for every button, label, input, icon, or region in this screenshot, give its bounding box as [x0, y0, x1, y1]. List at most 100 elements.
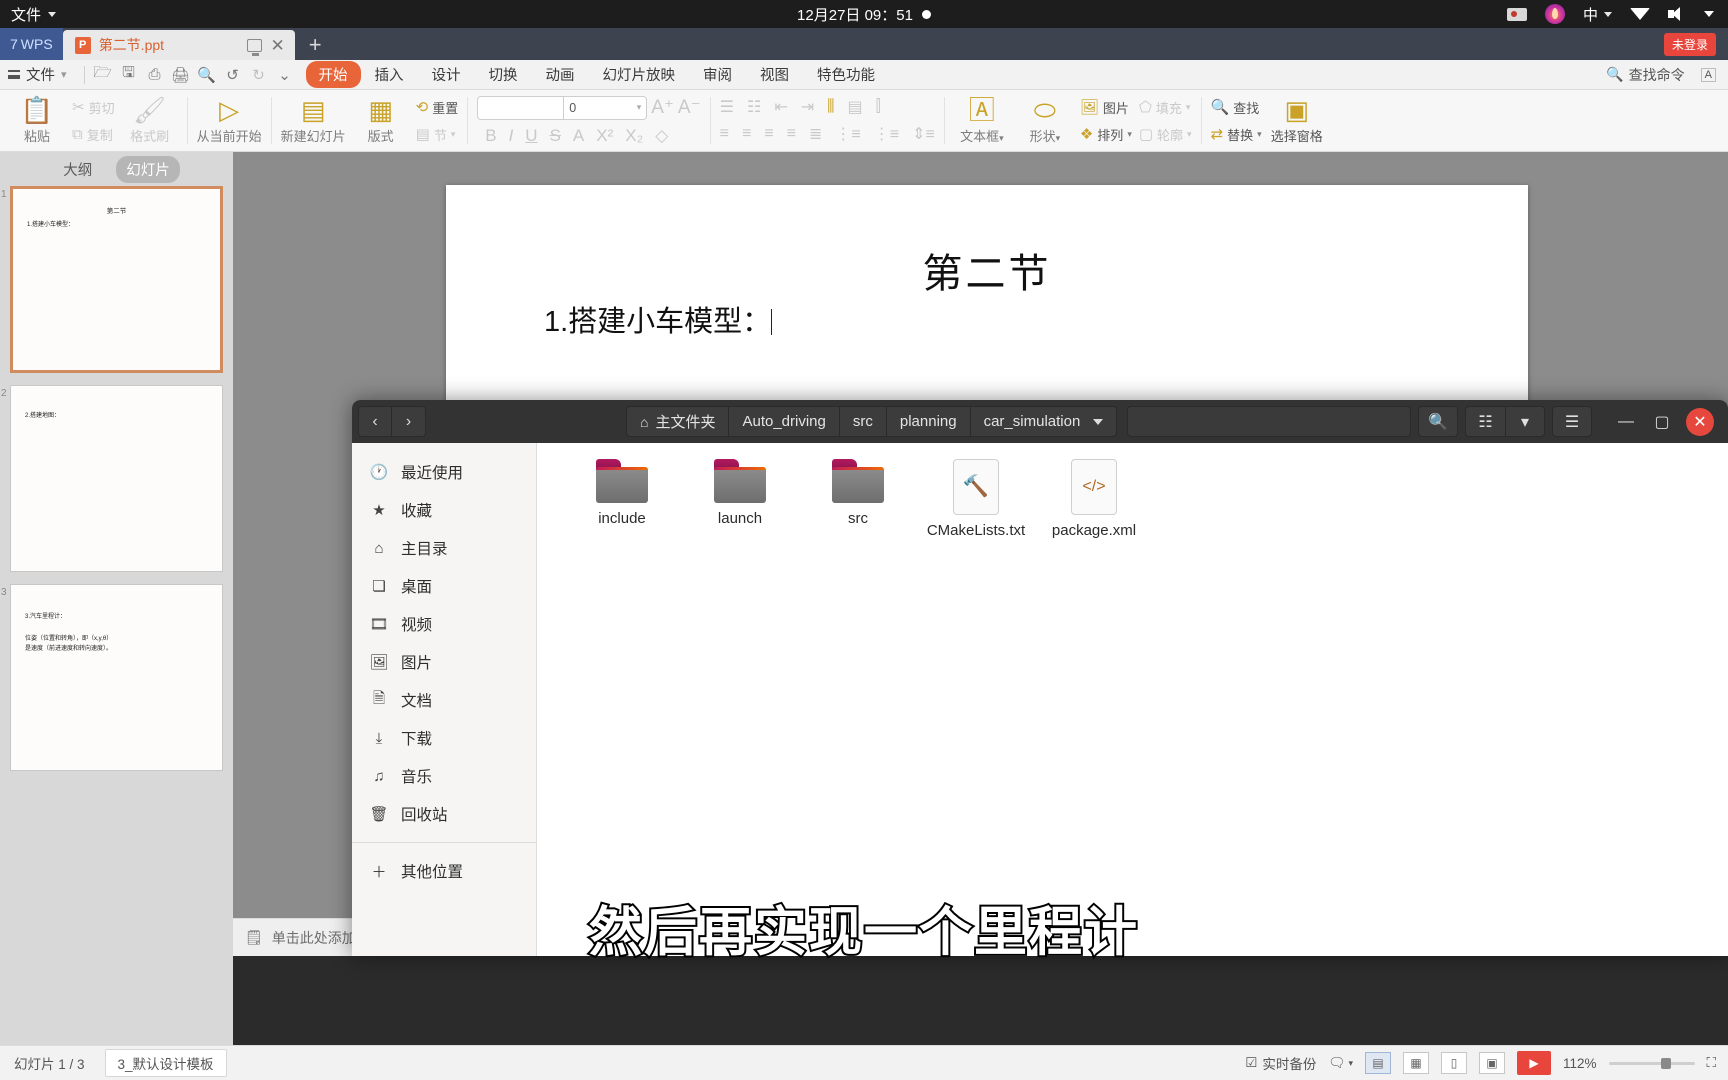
breadcrumb-item-planning[interactable]: planning — [886, 406, 971, 437]
start-from-current-button[interactable]: ▷ 从当前开始 — [197, 97, 262, 145]
ribbon-tab-insert[interactable]: 插入 — [361, 61, 418, 88]
slide-thumbnail-2[interactable]: 2 2.搭建地图： — [1, 385, 223, 572]
new-slide-button[interactable]: ▤ 新建幻灯片 — [281, 97, 346, 145]
back-arrow-icon[interactable]: ‹ — [358, 406, 392, 437]
undo-icon[interactable]: ↺ — [220, 63, 246, 87]
ime-indicator[interactable]: 中 — [1583, 4, 1598, 25]
slideshow-play-icon[interactable]: ▶ — [1517, 1051, 1552, 1075]
shape-button[interactable]: ⬭ 形状▾ — [1017, 97, 1073, 145]
italic-icon[interactable]: I — [509, 126, 514, 146]
layout-button[interactable]: ▦ 版式 — [353, 97, 409, 145]
sidebar-item-starred[interactable]: ★ 收藏 — [352, 491, 536, 529]
pane-tab-slides[interactable]: 幻灯片 — [116, 155, 180, 183]
paste-button[interactable]: 📋 粘贴 — [9, 97, 65, 145]
backup-status[interactable]: ☑ 实时备份 — [1245, 1053, 1316, 1073]
align-right-icon[interactable]: ≡ — [764, 125, 773, 143]
template-name-label[interactable]: 3_默认设计模板 — [104, 1049, 227, 1077]
decrease-font-icon[interactable]: A⁻ — [678, 98, 701, 117]
numbered-list-icon[interactable]: ☷ — [747, 97, 761, 117]
collapse-ribbon-icon[interactable]: A — [1700, 67, 1716, 82]
command-search[interactable]: 🔍 查找命令 — [1606, 65, 1684, 85]
ribbon-tab-slideshow[interactable]: 幻灯片放映 — [589, 61, 690, 88]
ribbon-tab-design[interactable]: 设计 — [418, 61, 475, 88]
sidebar-item-music[interactable]: ♫ 音乐 — [352, 757, 536, 795]
breadcrumb-item-car-simulation[interactable]: car_simulation — [970, 406, 1118, 437]
picture-button[interactable]: 🖼 图片 — [1080, 98, 1132, 117]
chevron-down-icon[interactable]: ▾ — [1505, 406, 1545, 437]
find-button[interactable]: 🔍 查找 — [1211, 98, 1262, 117]
fit-to-window-icon[interactable]: ⛶ — [1707, 1055, 1716, 1071]
print-preview-icon[interactable]: 🔍 — [194, 63, 220, 87]
close-window-icon[interactable]: ✕ — [1686, 407, 1714, 436]
decrease-indent-icon[interactable]: ⇤ — [774, 97, 787, 117]
bullet-list-icon[interactable]: ☰ — [720, 97, 734, 117]
forward-arrow-icon[interactable]: › — [392, 406, 426, 437]
sorter-view-icon[interactable]: ▦ — [1403, 1052, 1430, 1074]
notes-view-icon[interactable]: ▣ — [1479, 1052, 1506, 1074]
reset-button[interactable]: ⟲ 重置 — [416, 98, 459, 117]
comment-icon[interactable]: 🗨 ▾ — [1328, 1055, 1353, 1071]
list-view-icon[interactable]: ☷ — [1465, 406, 1505, 437]
increase-font-icon[interactable]: A⁺ — [651, 98, 674, 117]
breadcrumb-item-auto-driving[interactable]: Auto_driving — [729, 406, 840, 437]
os-clock[interactable]: 12月27日 09：51 — [797, 4, 913, 25]
sidebar-item-pictures[interactable]: 🖼 图片 — [352, 643, 536, 681]
align-text-icon[interactable]: ▤ — [848, 97, 863, 117]
open-icon[interactable]: 🗁 — [90, 63, 116, 87]
slide-thumbnail-3[interactable]: 3 3.汽车里程计： 位姿（位置和转角），即（x,y,θ） 是速度（前进速度和转… — [1, 584, 223, 771]
file-item-package-xml[interactable]: </> package.xml — [1035, 459, 1153, 541]
bold-icon[interactable]: B — [485, 126, 496, 146]
power-caret-icon[interactable] — [1704, 11, 1714, 17]
os-files-menu[interactable]: 文件 — [11, 4, 41, 25]
bullets-style-icon[interactable]: ⋮≡ — [835, 124, 860, 144]
new-tab-button[interactable]: + — [295, 30, 336, 60]
file-item-cmakelists[interactable]: 🔨 CMakeLists.txt — [917, 459, 1035, 541]
screen-record-icon[interactable] — [1506, 7, 1527, 21]
sidebar-item-documents[interactable]: 🗎 文档 — [352, 681, 536, 719]
chevron-down-icon[interactable] — [48, 11, 57, 17]
pane-tab-outline[interactable]: 大纲 — [53, 156, 102, 183]
breadcrumb-item-src[interactable]: src — [839, 406, 887, 437]
save-as-icon[interactable]: ⎙ — [142, 63, 168, 87]
textbox-button[interactable]: 🄰 文本框▾ — [954, 97, 1010, 145]
slide-body-placeholder[interactable]: 1.搭建小车模型： — [544, 298, 773, 340]
ribbon-tab-animation[interactable]: 动画 — [532, 61, 589, 88]
arrange-button[interactable]: ❖ 排列 ▾ — [1080, 125, 1132, 144]
columns-icon[interactable]: ⫿ — [876, 98, 881, 116]
file-list[interactable]: include launch src 🔨 CMakeLists.txt </> — [537, 443, 1728, 956]
normal-view-icon[interactable]: ▤ — [1365, 1052, 1392, 1074]
select-pane-button[interactable]: ▣ 选择窗格 — [1269, 97, 1325, 145]
slide-title-placeholder[interactable]: 第二节 — [446, 241, 1528, 299]
sidebar-item-other-locations[interactable]: ＋ 其他位置 — [352, 852, 536, 890]
search-icon[interactable]: 🔍 — [1418, 406, 1458, 437]
print-icon[interactable]: 🖨 — [168, 63, 194, 87]
slide-thumbnail-1[interactable]: 1 第二节 1.搭建小车模型： — [1, 186, 223, 373]
customize-icon[interactable]: ⌄ — [272, 63, 298, 87]
breadcrumb-item-home[interactable]: ⌂ 主文件夹 — [626, 406, 730, 437]
login-status-badge[interactable]: 未登录 — [1663, 33, 1716, 56]
zoom-level-label[interactable]: 112% — [1563, 1056, 1597, 1071]
font-color-icon[interactable]: A — [573, 126, 584, 146]
superscript-icon[interactable]: X² — [596, 126, 613, 146]
wps-home-button[interactable]: 7 WPS — [0, 28, 63, 60]
chevron-down-icon[interactable] — [1093, 418, 1104, 425]
minimize-window-icon[interactable]: — — [1608, 400, 1644, 443]
wifi-icon[interactable] — [1630, 8, 1650, 20]
align-center-icon[interactable]: ≡ — [742, 125, 751, 143]
hamburger-menu-icon[interactable]: ☰ — [1552, 406, 1592, 437]
maximize-window-icon[interactable]: ▢ — [1644, 400, 1680, 443]
close-tab-icon[interactable]: ✕ — [270, 37, 284, 54]
sidebar-item-downloads[interactable]: ⤓ 下载 — [352, 719, 536, 757]
sidebar-item-desktop[interactable]: ❏ 桌面 — [352, 567, 536, 605]
sidebar-item-videos[interactable]: 🎞 视频 — [352, 605, 536, 643]
chevron-down-icon[interactable] — [1604, 11, 1612, 17]
subscript-icon[interactable]: X₂ — [625, 126, 643, 146]
clear-format-icon[interactable]: ◇ — [655, 126, 668, 146]
volume-icon[interactable] — [1668, 7, 1686, 21]
file-menu-button[interactable]: 文件 ▾ — [0, 64, 79, 85]
align-left-icon[interactable]: ≡ — [720, 125, 729, 143]
distribute-icon[interactable]: ≣ — [809, 124, 822, 144]
text-direction-icon[interactable]: ⫼ — [827, 98, 834, 116]
file-item-launch[interactable]: launch — [681, 459, 799, 541]
font-name-combobox[interactable]: 0 ▾ — [477, 95, 648, 120]
